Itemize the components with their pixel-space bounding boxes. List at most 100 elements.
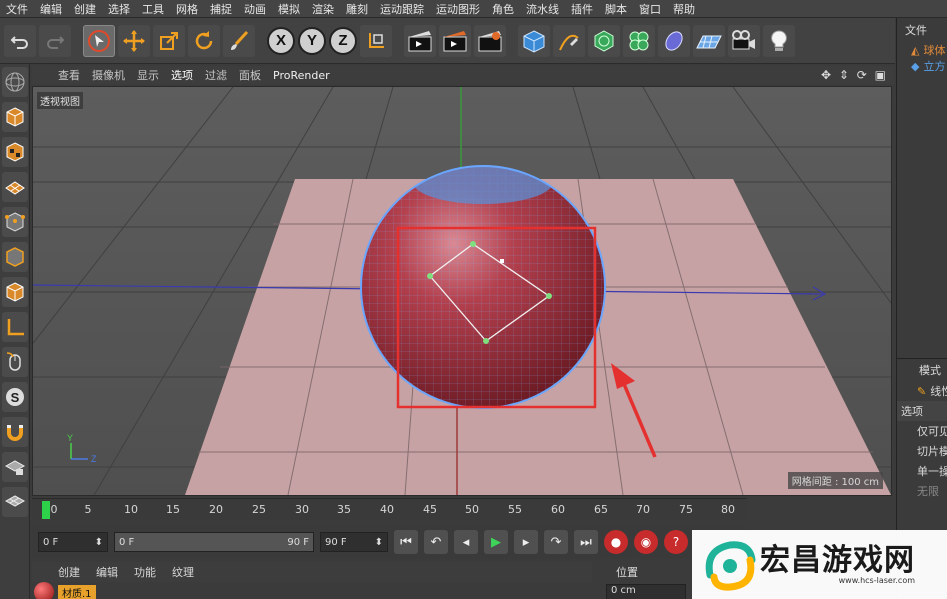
magnet-button[interactable] <box>2 417 28 447</box>
menu-help[interactable]: 帮助 <box>667 1 701 17</box>
tweak-mode-button[interactable] <box>2 347 28 377</box>
menu-window[interactable]: 窗口 <box>633 1 667 17</box>
render-settings-button[interactable] <box>474 24 506 57</box>
menu-script[interactable]: 脚本 <box>599 1 633 17</box>
spline-pen-button[interactable] <box>553 24 585 57</box>
render-to-picture-viewer-button[interactable] <box>439 24 471 57</box>
floor-button[interactable] <box>693 24 725 57</box>
material-menu-create[interactable]: 创建 <box>58 564 80 580</box>
move-tool-button[interactable] <box>118 24 150 57</box>
viewport-menu-filter[interactable]: 过滤 <box>205 67 227 83</box>
axis-mode-button[interactable] <box>2 312 28 342</box>
timeline-ruler[interactable]: 0 5 10 15 20 25 30 35 40 45 50 55 60 65 … <box>32 498 747 520</box>
timeline-playhead[interactable] <box>42 501 50 519</box>
options-tab[interactable]: 选项 <box>897 401 947 421</box>
light-button[interactable] <box>763 24 795 57</box>
scale-tool-button[interactable] <box>153 24 185 57</box>
viewport-menu-panel[interactable]: 面板 <box>239 67 261 83</box>
object-row-cube[interactable]: ◆ 立方 <box>897 58 947 74</box>
material-menu-texture[interactable]: 纹理 <box>172 564 194 580</box>
previous-frame-button[interactable]: ◂ <box>454 530 478 554</box>
go-to-end-button[interactable]: ⏭ <box>574 530 598 554</box>
menu-mesh[interactable]: 网格 <box>170 1 204 17</box>
menu-create[interactable]: 创建 <box>68 1 102 17</box>
menu-file[interactable]: 文件 <box>0 1 34 17</box>
brush-tool-button[interactable] <box>223 24 255 57</box>
cloner-icon <box>629 31 649 50</box>
next-frame-button[interactable]: ▸ <box>514 530 538 554</box>
model-mode-button[interactable] <box>2 102 28 132</box>
option-single-op[interactable]: 单一操 <box>897 461 947 481</box>
next-key-button[interactable]: ↷ <box>544 530 568 554</box>
cloner-button[interactable] <box>623 24 655 57</box>
viewport-menu-cameras[interactable]: 摄像机 <box>92 67 125 83</box>
make-editable-button[interactable] <box>2 67 28 97</box>
grid-lock-button[interactable] <box>2 452 28 482</box>
object-row-sphere[interactable]: ◭ 球体 <box>897 42 947 58</box>
perspective-viewport[interactable]: Y Z 透视视图 网格间距 : 100 cm <box>32 86 892 496</box>
camera-button[interactable] <box>728 24 760 57</box>
object-manager-header[interactable]: 文件 <box>897 18 947 42</box>
play-button[interactable]: ▶ <box>484 530 508 554</box>
menu-character[interactable]: 角色 <box>486 1 520 17</box>
end-frame-field[interactable]: 90 F ⬍ <box>320 532 388 552</box>
menu-plugins[interactable]: 插件 <box>565 1 599 17</box>
keyframe-help-button[interactable]: ? <box>664 530 688 554</box>
viewport-menu-options[interactable]: 选项 <box>171 67 193 83</box>
y-axis-lock-button[interactable]: Y <box>298 26 326 55</box>
attribute-mode-header[interactable]: 模式 <box>897 359 947 381</box>
texture-mode-button[interactable] <box>2 137 28 167</box>
coordinate-system-button[interactable] <box>360 24 392 57</box>
subdivision-surface-button[interactable] <box>588 24 620 57</box>
menu-animate[interactable]: 动画 <box>238 1 272 17</box>
menu-motion-tracking[interactable]: 运动跟踪 <box>374 1 430 17</box>
magnet-icon <box>7 425 23 441</box>
workplane-button[interactable] <box>2 172 28 202</box>
viewport-menu-prorender[interactable]: ProRender <box>273 69 330 82</box>
position-x-field[interactable]: 0 cm <box>606 584 686 599</box>
menu-edit[interactable]: 编辑 <box>34 1 68 17</box>
option-visible-only[interactable]: 仅可见 <box>897 421 947 441</box>
option-infinite[interactable]: 无限 <box>897 481 947 501</box>
menu-mograph[interactable]: 运动图形 <box>430 1 486 17</box>
material-item[interactable]: 材质.1 <box>34 582 96 599</box>
current-frame-field[interactable]: 0 F ⬍ <box>38 532 108 552</box>
previous-key-button[interactable]: ↶ <box>424 530 448 554</box>
rotate-tool-button[interactable] <box>188 24 220 57</box>
record-keys-button[interactable]: ● <box>604 530 628 554</box>
viewport-menu-view[interactable]: 查看 <box>58 67 80 83</box>
x-axis-lock-button[interactable]: X <box>267 26 295 55</box>
material-preview-ball <box>34 582 54 599</box>
render-view-button[interactable] <box>404 24 436 57</box>
timeline-tick: 70 <box>636 503 650 516</box>
undo-button[interactable] <box>4 24 36 57</box>
menu-snap[interactable]: 捕捉 <box>204 1 238 17</box>
timeline-tick: 30 <box>295 503 309 516</box>
points-mode-button[interactable] <box>2 207 28 237</box>
menu-sculpt[interactable]: 雕刻 <box>340 1 374 17</box>
live-selection-button[interactable] <box>83 24 115 57</box>
linear-cut-tool-row[interactable]: ✎ 线性 <box>897 381 947 401</box>
material-menu-edit[interactable]: 编辑 <box>96 564 118 580</box>
axis-icon <box>7 319 24 336</box>
redo-button[interactable] <box>39 24 71 57</box>
autokey-button[interactable]: ◉ <box>634 530 658 554</box>
grid-button[interactable] <box>2 487 28 517</box>
menu-pipeline[interactable]: 流水线 <box>520 1 565 17</box>
menu-select[interactable]: 选择 <box>102 1 136 17</box>
polygons-mode-button[interactable] <box>2 277 28 307</box>
menu-render[interactable]: 渲染 <box>306 1 340 17</box>
z-axis-lock-button[interactable]: Z <box>329 26 357 55</box>
go-to-start-button[interactable]: ⏮ <box>394 530 418 554</box>
option-slice-mode[interactable]: 切片模 <box>897 441 947 461</box>
snapping-button[interactable]: S <box>2 382 28 412</box>
menu-tools[interactable]: 工具 <box>136 1 170 17</box>
viewport-navigation-icons[interactable]: ✥ ⇕ ⟳ ▣ <box>821 68 888 82</box>
preview-range-slider[interactable]: 0 F 90 F <box>114 532 314 552</box>
material-menu-function[interactable]: 功能 <box>134 564 156 580</box>
cube-primitive-button[interactable] <box>518 24 550 57</box>
deformer-button[interactable] <box>658 24 690 57</box>
viewport-menu-display[interactable]: 显示 <box>137 67 159 83</box>
edges-mode-button[interactable] <box>2 242 28 272</box>
menu-simulate[interactable]: 模拟 <box>272 1 306 17</box>
